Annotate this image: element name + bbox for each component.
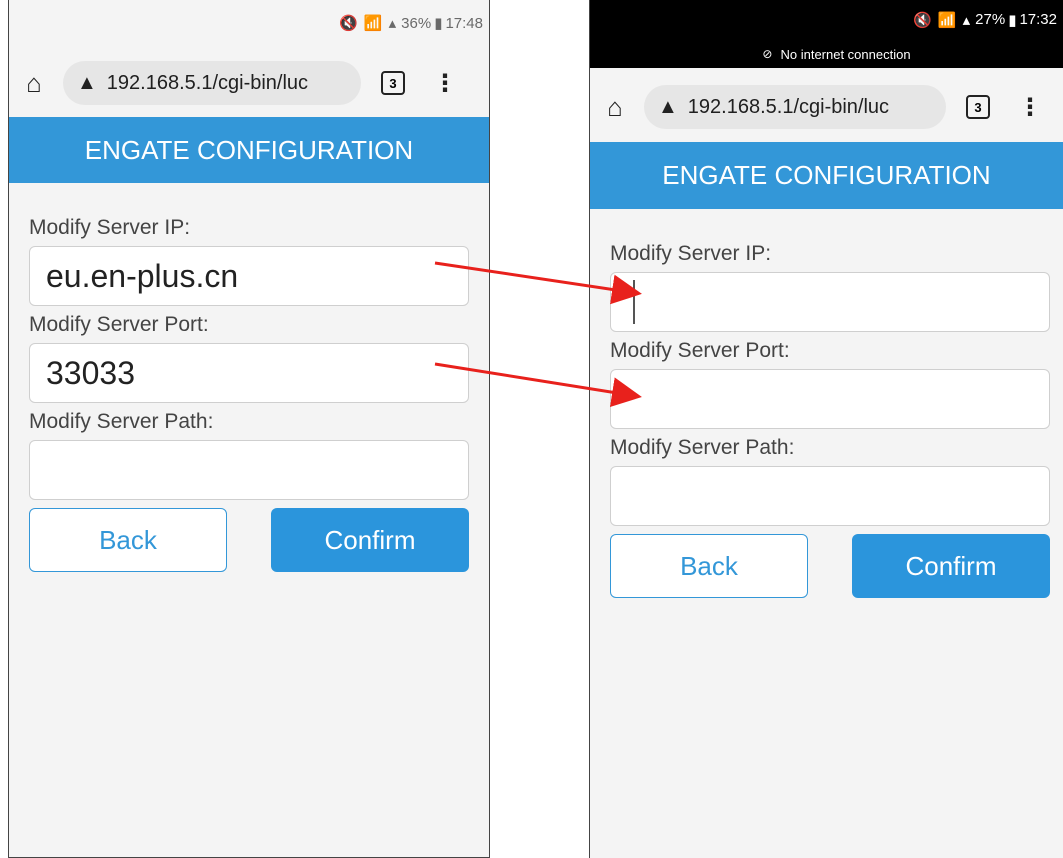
cloud-off-icon: ⊘ — [762, 47, 773, 61]
text-caret — [633, 280, 635, 324]
server-path-label: Modify Server Path: — [610, 436, 795, 459]
menu-icon[interactable]: ⋮ — [1018, 93, 1042, 122]
config-form: Modify Server IP: eu.en-plus.cn Modify S… — [29, 217, 469, 572]
tabs-icon[interactable]: 3 — [966, 95, 990, 119]
warning-icon: ▲ — [77, 71, 97, 94]
server-path-label: Modify Server Path: — [29, 410, 214, 433]
back-button[interactable]: Back — [29, 508, 227, 572]
no-internet-banner: ⊘ No internet connection — [590, 40, 1063, 68]
page-title: ENGATE CONFIGURATION — [590, 142, 1063, 209]
battery-percentage: 36% — [401, 14, 432, 32]
warning-icon: ▲ — [658, 95, 678, 118]
clock: 17:32 — [1019, 11, 1057, 28]
server-port-label: Modify Server Port: — [610, 339, 790, 362]
confirm-button[interactable]: Confirm — [852, 534, 1050, 598]
phone-screenshot-right: 🔇 📶 ▴ 27% ▮ 17:32 ⊘ No internet connecti… — [589, 0, 1063, 858]
url-text: 192.168.5.1/cgi-bin/luc — [687, 95, 890, 118]
url-text: 192.168.5.1/cgi-bin/luc — [106, 71, 309, 94]
server-path-input[interactable] — [29, 440, 469, 500]
config-form: Modify Server IP: Modify Server Port: Mo… — [610, 243, 1050, 598]
server-port-input[interactable]: 33033 — [29, 343, 469, 403]
address-bar[interactable]: ▲ 192.168.5.1/cgi-bin/luc — [63, 61, 361, 105]
address-bar[interactable]: ▲ 192.168.5.1/cgi-bin/luc — [644, 85, 946, 129]
status-icons: 🔇 📶 ▴ — [338, 15, 398, 32]
browser-toolbar: ⌂ ▲ 192.168.5.1/cgi-bin/luc 3 ⋮ — [9, 50, 489, 116]
back-button[interactable]: Back — [610, 534, 808, 598]
status-bar: 🔇 📶 ▴ 27% ▮ 17:32 — [590, 0, 1063, 40]
server-path-input[interactable] — [610, 466, 1050, 526]
home-icon[interactable]: ⌂ — [19, 68, 49, 99]
server-ip-input[interactable] — [610, 272, 1050, 332]
server-ip-label: Modify Server IP: — [610, 242, 772, 265]
server-port-input[interactable] — [610, 369, 1050, 429]
battery-icon: ▮ — [434, 15, 443, 32]
home-icon[interactable]: ⌂ — [600, 92, 630, 123]
status-bar: 🔇 📶 ▴ 36% ▮ 17:48 — [9, 0, 489, 46]
browser-toolbar: ⌂ ▲ 192.168.5.1/cgi-bin/luc 3 ⋮ — [590, 72, 1063, 142]
server-port-label: Modify Server Port: — [29, 313, 209, 336]
confirm-button[interactable]: Confirm — [271, 508, 469, 572]
tabs-icon[interactable]: 3 — [381, 71, 405, 95]
battery-icon: ▮ — [1008, 12, 1017, 29]
page-title: ENGATE CONFIGURATION — [9, 117, 489, 183]
banner-text: No internet connection — [780, 46, 911, 62]
server-ip-input[interactable]: eu.en-plus.cn — [29, 246, 469, 306]
server-ip-label: Modify Server IP: — [29, 216, 191, 239]
status-icons: 🔇 📶 ▴ — [912, 12, 972, 29]
menu-icon[interactable]: ⋮ — [433, 69, 457, 98]
battery-percentage: 27% — [975, 11, 1006, 28]
phone-screenshot-left: 🔇 📶 ▴ 36% ▮ 17:48 ⌂ ▲ 192.168.5.1/cgi-bi… — [8, 0, 490, 858]
clock: 17:48 — [445, 14, 483, 32]
